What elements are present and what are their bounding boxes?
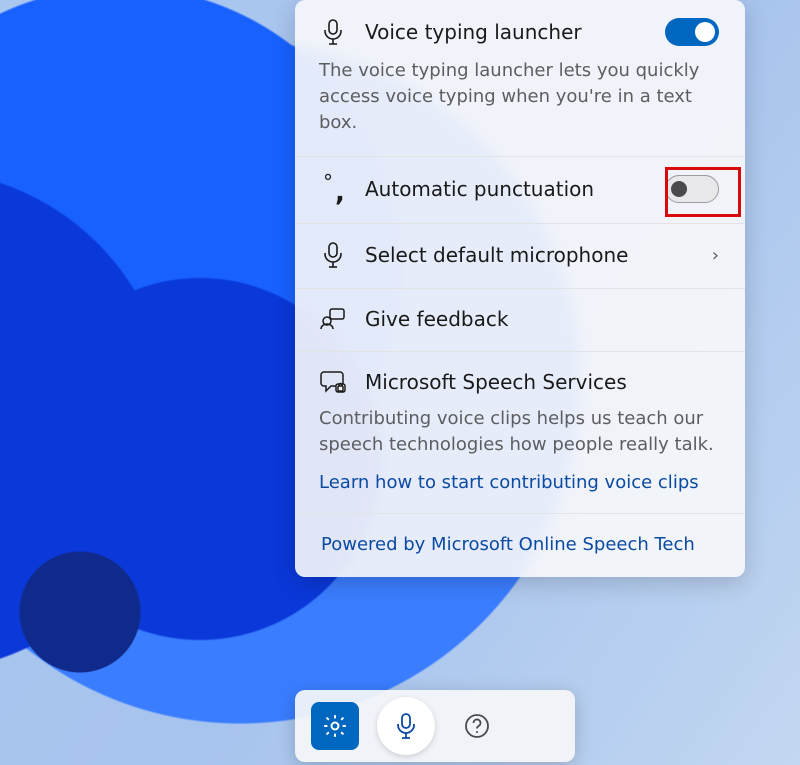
settings-button[interactable]: [311, 702, 359, 750]
desktop-background: Voice typing launcher The voice typing l…: [0, 0, 800, 765]
powered-by-link[interactable]: Powered by Microsoft Online Speech Tech: [321, 534, 695, 555]
contributing-voice-clips-link[interactable]: Learn how to start contributing voice cl…: [319, 472, 699, 493]
automatic-punctuation-label: Automatic punctuation: [365, 177, 647, 201]
voice-typing-settings-panel: Voice typing launcher The voice typing l…: [295, 0, 745, 577]
speech-services-section: Microsoft Speech Services Contributing v…: [295, 352, 745, 513]
punctuation-icon: °,: [319, 176, 347, 202]
automatic-punctuation-toggle[interactable]: [665, 175, 719, 203]
speech-services-description: Contributing voice clips helps us teach …: [319, 406, 719, 458]
feedback-icon: [319, 308, 347, 330]
select-default-microphone-row[interactable]: Select default microphone ›: [319, 242, 719, 268]
automatic-punctuation-section: °, Automatic punctuation: [295, 157, 745, 224]
help-icon: [463, 712, 491, 740]
select-default-microphone-section: Select default microphone ›: [295, 224, 745, 289]
microphone-icon: [319, 242, 347, 268]
voice-typing-launcher-label: Voice typing launcher: [365, 20, 647, 44]
voice-typing-toolbar: [295, 690, 575, 762]
help-button[interactable]: [453, 702, 501, 750]
give-feedback-label: Give feedback: [365, 307, 719, 331]
voice-typing-launcher-row[interactable]: Voice typing launcher: [319, 18, 719, 46]
chevron-right-icon: ›: [712, 245, 719, 266]
voice-typing-launcher-description: The voice typing launcher lets you quick…: [319, 58, 719, 136]
voice-typing-launcher-section: Voice typing launcher The voice typing l…: [295, 0, 745, 157]
microphone-button[interactable]: [377, 697, 435, 755]
microphone-icon: [319, 19, 347, 45]
gear-icon: [322, 713, 348, 739]
voice-typing-launcher-toggle[interactable]: [665, 18, 719, 46]
speech-bubble-lock-icon: [319, 370, 347, 394]
give-feedback-row[interactable]: Give feedback: [319, 307, 719, 331]
panel-footer: Powered by Microsoft Online Speech Tech: [295, 513, 745, 577]
microphone-icon: [395, 712, 417, 740]
give-feedback-section: Give feedback: [295, 289, 745, 352]
speech-services-row: Microsoft Speech Services: [319, 370, 719, 394]
speech-services-label: Microsoft Speech Services: [365, 370, 719, 394]
automatic-punctuation-row[interactable]: °, Automatic punctuation: [319, 175, 719, 203]
select-default-microphone-label: Select default microphone: [365, 243, 694, 267]
